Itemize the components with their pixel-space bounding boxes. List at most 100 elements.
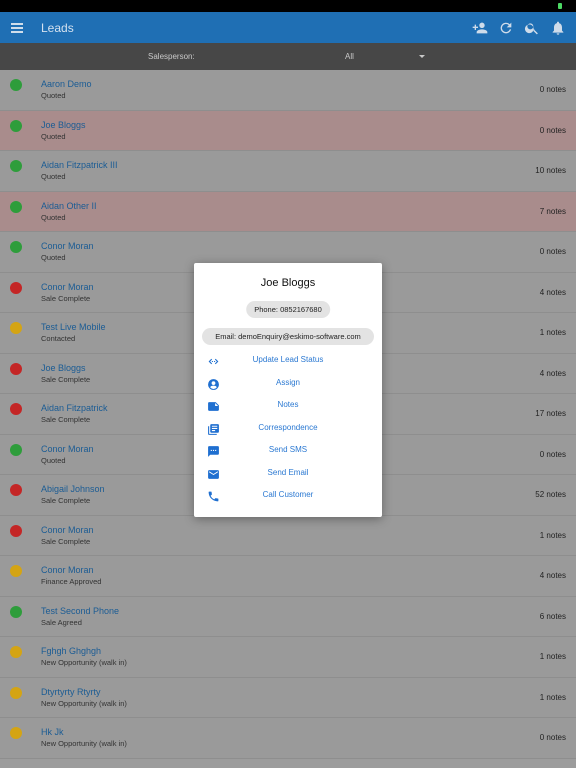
lead-name: Fghgh Ghghgh (41, 646, 102, 656)
lead-name: Aidan Other II (41, 200, 97, 211)
lead-status: Sale Complete (41, 374, 91, 384)
status-dot (10, 565, 22, 577)
table-row[interactable]: Fghgh Ghghgh New Opportunity (walk in) 1 n… (0, 637, 576, 678)
lead-name: Test Second Phone (41, 605, 120, 616)
salesperson-filter[interactable]: Salesperson: All (0, 43, 576, 70)
lead-name: Aaron Demo (41, 79, 92, 89)
table-row[interactable]: Aaron Demo Quoted 0 notes (0, 70, 576, 111)
status-dot (10, 160, 22, 172)
notes-count: 0 notes (539, 247, 566, 256)
status-dot (10, 241, 22, 253)
table-row[interactable]: Joe Bloggs Quoted 0 notes (0, 110, 576, 151)
table-row[interactable]: Conor Moran Sale Complete 1 notes (0, 515, 576, 556)
filter-value[interactable]: All (345, 52, 354, 61)
send-email-button[interactable]: Send Email (194, 465, 382, 487)
app-bar: Leads (0, 12, 576, 43)
action-label: Assign (275, 378, 300, 387)
lead-status: Sale Complete (41, 293, 91, 303)
table-row[interactable]: Aidan Other II Quoted 7 notes (0, 191, 576, 232)
notes-count: 1 notes (539, 328, 566, 337)
table-row[interactable]: Hk Jk New Opportunity (walk in) 0 notes (0, 718, 576, 759)
add-person-icon[interactable] (472, 20, 488, 36)
table-row[interactable]: Dtyrtyrty Rtyrty New Opportunity (walk in… (0, 677, 576, 718)
notes-count: 1 notes (539, 652, 566, 661)
lead-name: Conor Moran (41, 281, 94, 292)
lead-name: Conor Moran (41, 241, 94, 251)
lead-name: Conor Moran (41, 524, 94, 535)
status-dot (10, 686, 22, 699)
chevron-down-icon[interactable] (419, 55, 425, 58)
status-dot (10, 443, 22, 456)
action-label: Update Lead Status (252, 355, 324, 364)
notes-count: 10 notes (535, 166, 566, 175)
notes-count: 0 notes (539, 733, 566, 742)
filter-label: Salesperson: (148, 52, 195, 61)
lead-name: Joe Bloggs (41, 362, 86, 373)
lead-status: Quoted (41, 172, 66, 181)
lead-status: Contacted (41, 334, 76, 343)
bell-icon[interactable] (550, 20, 566, 36)
status-dot (10, 322, 22, 334)
table-row[interactable]: Test Second Phone Sale Agreed 6 notes (0, 596, 576, 637)
notes-count: 6 notes (539, 611, 566, 621)
status-bar (0, 0, 576, 12)
correspondence-button[interactable]: Correspondence (194, 420, 382, 442)
search-icon[interactable] (524, 20, 540, 36)
status-dot (10, 524, 22, 537)
table-row[interactable]: Conor Moran Finance Approved 4 notes (0, 556, 576, 597)
lead-status: Quoted (41, 131, 66, 141)
notes-count: 1 notes (539, 692, 566, 702)
status-dot (10, 646, 22, 658)
status-dot (10, 727, 22, 739)
lead-name: Dtyrtyrty Rtyrty (41, 686, 101, 697)
notes-count: 0 notes (539, 85, 566, 94)
status-dot (10, 79, 22, 91)
lead-status: Quoted (41, 212, 66, 222)
update-lead-status-button[interactable]: Update Lead Status (194, 352, 382, 374)
email-chip: Email: demoEnquiry@eskimo-software.com (202, 328, 374, 345)
lead-status: Quoted (41, 455, 66, 465)
status-dot (10, 484, 22, 496)
lead-status: New Opportunity (walk in) (41, 698, 127, 708)
status-dot (10, 119, 22, 132)
menu-icon[interactable] (11, 22, 23, 33)
action-label: Call Customer (262, 490, 314, 499)
lead-name: Joe Bloggs (41, 119, 86, 130)
battery-icon (558, 3, 562, 9)
notes-count: 17 notes (535, 409, 566, 418)
phone-chip: Phone: 0852167680 (246, 301, 330, 318)
lead-actions-dialog: Joe Bloggs Phone: 0852167680 Email: demo… (194, 263, 382, 517)
notes-count: 1 notes (539, 530, 566, 540)
status-dot (10, 281, 22, 294)
lead-name: Aidan Fitzpatrick (41, 403, 108, 413)
dialog-title: Joe Bloggs (260, 277, 316, 289)
lead-status: Quoted (41, 91, 66, 100)
refresh-icon[interactable] (498, 20, 514, 36)
lead-status: New Opportunity (walk in) (41, 739, 127, 748)
send-sms-button[interactable]: Send SMS (194, 442, 382, 464)
notes-count: 4 notes (539, 287, 566, 297)
notes-count: 52 notes (535, 490, 566, 499)
lead-name: Conor Moran (41, 565, 94, 575)
action-label: Send Email (267, 468, 309, 477)
status-dot (10, 403, 22, 415)
notes-count: 0 notes (539, 125, 566, 135)
lead-name: Hk Jk (41, 727, 64, 737)
lead-status: Finance Approved (41, 577, 102, 586)
lead-status: Sale Complete (41, 536, 91, 546)
lead-status: Quoted (41, 253, 66, 262)
lead-name: Abigail Johnson (41, 484, 105, 494)
page-title: Leads (41, 20, 74, 35)
notes-count: 7 notes (539, 206, 566, 216)
action-label: Correspondence (258, 423, 318, 432)
action-label: Send SMS (268, 445, 308, 454)
lead-name: Test Live Mobile (41, 322, 106, 332)
lead-status: Sale Agreed (41, 617, 82, 627)
call-customer-button[interactable]: Call Customer (194, 487, 382, 509)
status-dot (10, 200, 22, 213)
lead-status: Sale Complete (41, 496, 91, 505)
notes-button[interactable]: Notes (194, 397, 382, 419)
notes-count: 4 notes (539, 571, 566, 580)
assign-button[interactable]: Assign (194, 375, 382, 397)
table-row[interactable]: Aidan Fitzpatrick III Quoted 10 notes (0, 151, 576, 192)
